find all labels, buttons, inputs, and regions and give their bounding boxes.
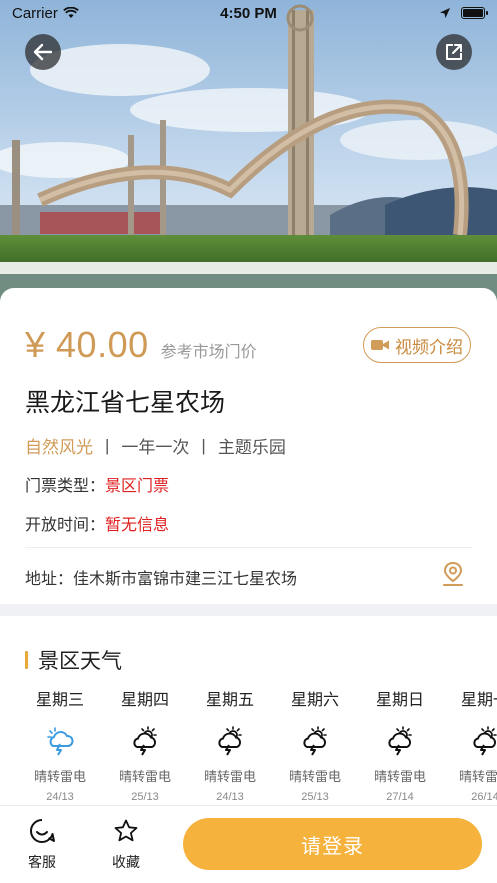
tag-item: 一年一次 [121, 438, 190, 457]
weather-day: 星期一 晴转雷电 26/14 [450, 690, 497, 800]
day-name: 星期四 [120, 692, 169, 709]
location-arrow-icon [440, 8, 450, 18]
day-name: 星期六 [290, 692, 339, 709]
day-name: 星期三 [35, 692, 84, 709]
ticket-type-value: 景区门票 [105, 478, 170, 495]
address-row: 地址：佳木斯市富锦市建三江七星农场 [25, 565, 297, 589]
weather-day: 星期三 晴转雷电 24/13 [25, 690, 95, 800]
open-time-value: 暂无信息 [105, 517, 170, 534]
weather-day: 星期日 晴转雷电 27/14 [365, 690, 435, 800]
weather-desc: 晴转雷电 [118, 769, 171, 784]
weather-temp: 24/13 [46, 791, 74, 800]
attraction-title: 黑龙江省七星农场 [25, 389, 226, 417]
price-note: 参考市场门价 [160, 344, 257, 361]
external-link-icon [446, 44, 462, 60]
customer-service-button[interactable]: 客服 [12, 816, 72, 872]
map-pin-icon [443, 561, 463, 586]
sun-thunder-cloud-icon [365, 722, 435, 760]
weather-day: 星期五 晴转雷电 24/13 [195, 690, 265, 800]
weather-temp: 27/14 [386, 791, 414, 800]
video-intro-button[interactable]: 视频介绍 [363, 327, 471, 363]
back-button[interactable] [25, 34, 61, 70]
bottom-action-bar: 客服 收藏 请登录 [0, 805, 497, 883]
address-value: 佳木斯市富锦市建三江七星农场 [73, 571, 298, 588]
weather-day: 星期四 晴转雷电 25/13 [110, 690, 180, 800]
share-button[interactable] [436, 34, 472, 70]
open-time-label: 开放时间： [25, 517, 106, 534]
star-icon [114, 819, 138, 842]
ticket-type-label: 门票类型： [25, 478, 106, 495]
weather-title-text: 景区天气 [38, 650, 122, 673]
ticket-info-card: ¥ 40.00 参考市场门价 视频介绍 黑龙江省七星农场 自然风光 | 一年一次… [0, 288, 497, 604]
weather-desc: 晴转雷电 [458, 769, 497, 784]
arrow-left-icon [33, 43, 53, 61]
login-button[interactable]: 请登录 [183, 818, 482, 870]
weather-desc: 晴转雷电 [288, 769, 341, 784]
day-name: 星期一 [460, 692, 497, 709]
tag-item: 自然风光 [25, 438, 93, 457]
carrier-label: Carrier [12, 4, 58, 22]
battery-icon [461, 7, 488, 19]
weather-temp: 26/14 [471, 791, 497, 800]
customer-service-label: 客服 [28, 854, 56, 870]
weather-temp: 25/13 [131, 791, 159, 800]
chat-bubble-icon [30, 819, 55, 843]
weather-forecast-list[interactable]: 星期三 晴转雷电 24/13 星期四 晴转雷电 25/13 星期五 晴转雷电 2… [0, 690, 497, 800]
map-location-button[interactable] [441, 561, 465, 592]
ticket-price: ¥ 40.00 [25, 324, 149, 365]
sun-thunder-cloud-icon [110, 722, 180, 760]
price-row: ¥ 40.00 参考市场门价 [25, 324, 257, 366]
thunder-cloud-icon [25, 722, 95, 760]
favorite-label: 收藏 [112, 854, 140, 870]
sun-thunder-cloud-icon [450, 722, 497, 760]
tag-separator: | [105, 435, 110, 455]
attraction-tags: 自然风光 | 一年一次 | 主题乐园 [25, 433, 286, 458]
video-intro-label: 视频介绍 [395, 337, 463, 357]
sun-thunder-cloud-icon [195, 722, 265, 760]
wifi-icon [63, 7, 79, 18]
day-name: 星期五 [205, 692, 254, 709]
carrier-info: Carrier [12, 5, 79, 22]
favorite-button[interactable]: 收藏 [96, 816, 156, 872]
ticket-type-row: 门票类型：景区门票 [25, 472, 169, 496]
open-time-row: 开放时间：暂无信息 [25, 511, 169, 535]
hero-photo [0, 0, 497, 305]
status-bar: Carrier 4:50 PM [0, 0, 497, 26]
tag-item: 主题乐园 [217, 438, 286, 457]
weather-desc: 晴转雷电 [373, 769, 426, 784]
day-name: 星期日 [375, 692, 424, 709]
weather-day: 星期六 晴转雷电 25/13 [280, 690, 350, 800]
section-separator [0, 604, 497, 616]
sun-thunder-cloud-icon [280, 722, 350, 760]
weather-temp: 24/13 [216, 791, 244, 800]
address-label: 地址： [25, 571, 74, 588]
weather-desc: 晴转雷电 [33, 769, 86, 784]
divider [25, 547, 472, 548]
weather-section-title: 景区天气 [25, 645, 122, 675]
weather-temp: 25/13 [301, 791, 329, 800]
title-accent-bar [25, 651, 28, 669]
video-camera-icon [371, 340, 389, 350]
tag-separator: | [201, 435, 206, 455]
weather-desc: 晴转雷电 [203, 769, 256, 784]
